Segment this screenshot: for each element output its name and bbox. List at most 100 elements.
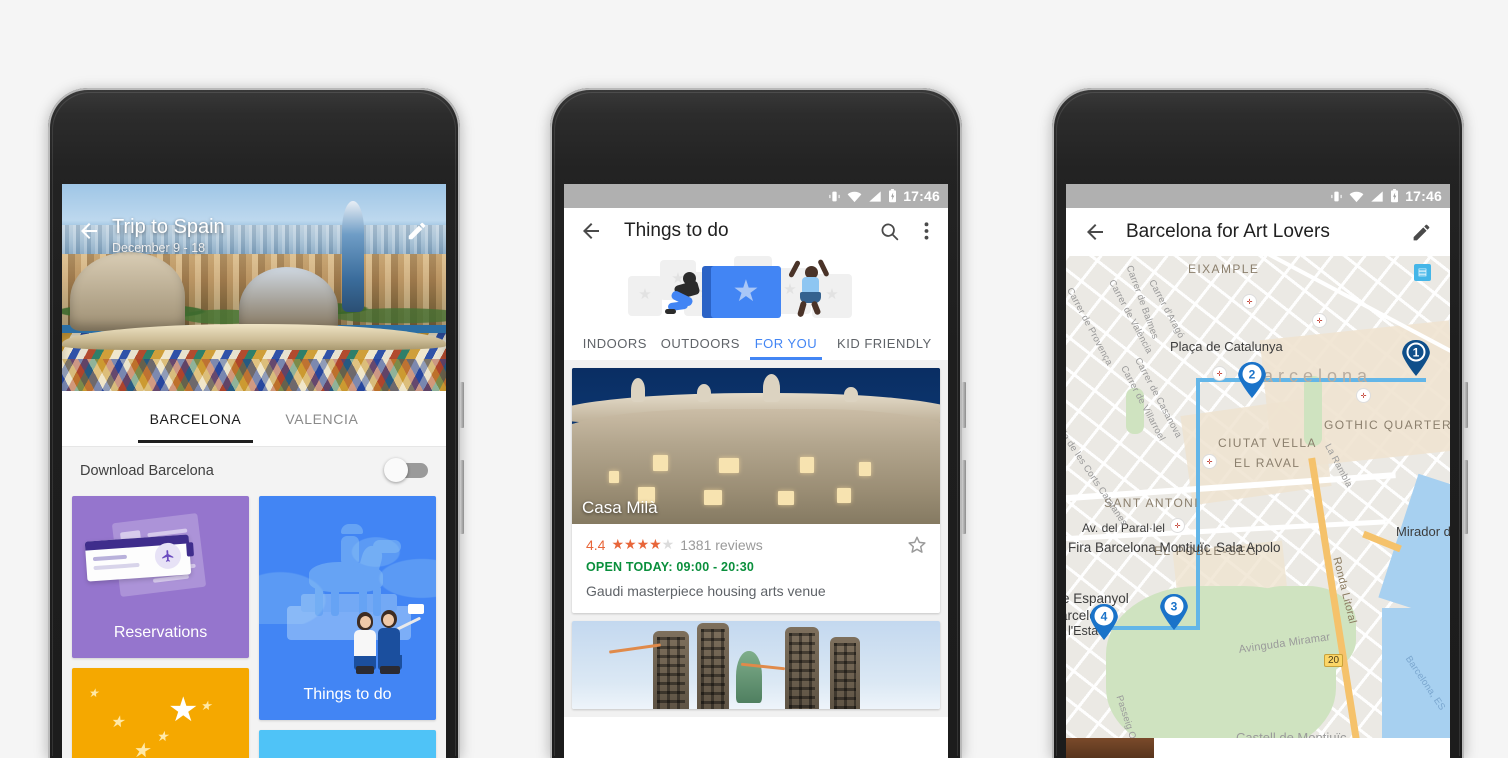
status-bar-phone-3: 17:46 [1066,184,1450,208]
person-jumping-illustration [788,258,835,320]
poi-dot-icon: ✛ [1202,454,1217,469]
trip-hero-toolbar: Trip to Spain December 9 - 18 [62,208,446,266]
tab-for-you[interactable]: FOR YOU [743,336,829,360]
phone-mockup-1: 17:46 Trip to Spain December 9 - 18 [48,88,464,758]
marker-number: 1 [1406,342,1426,362]
person-arm [817,258,830,278]
art-lovers-appbar: Barcelona for Art Lovers [1066,208,1450,256]
status-bar-phone-2: 17:46 [564,184,948,208]
signal-icon [869,190,881,202]
poi-dot-icon: ✛ [1312,313,1327,328]
volume-button[interactable] [1464,460,1468,534]
search-button[interactable] [872,214,906,248]
poi-details: 4.4 ★★★★★ 1381 reviews OPEN TODAY: 09:00… [572,524,940,613]
poi-description: Gaudi masterpiece housing arts venue [586,583,826,599]
card-things-to-do-label: Things to do [303,686,392,703]
bookmark-button[interactable] [906,534,928,562]
sf-green-spire [735,651,762,703]
person-arm [788,259,801,279]
card-reservations[interactable]: Reservations [72,496,249,658]
lit-window [652,455,668,472]
sf-tower [785,627,820,709]
place-label-fira-montjuic: Fira Barcelona Montjuïc [1068,540,1211,555]
rider-body [341,536,359,566]
battery-charging-icon [1391,189,1399,203]
edit-trip-button[interactable] [400,214,434,248]
place-label-mirador: Mirador d [1396,524,1450,539]
star-glyph: ★ [132,740,150,758]
poi-card-sagrada-familia[interactable] [572,621,940,709]
card-things-to-do[interactable]: Things to do [259,496,436,720]
boarding-pass-illustration [84,534,195,582]
lit-window [859,461,872,476]
district-label-ciutat-vella: CIUTAT VELLA [1218,436,1317,450]
map-marker-3[interactable]: 3 [1160,594,1188,630]
page-title: Things to do [624,220,729,241]
lit-window [836,488,851,504]
volume-button[interactable] [962,460,966,534]
marker-number: 4 [1094,606,1114,626]
map-marker-4[interactable]: 4 [1090,604,1118,640]
card-highlights[interactable]: ★ ★ ★ ★ ★ ★ ★ ★ ★ [72,668,249,758]
poi-card-casa-mila[interactable]: Casa Milà 4.4 ★★★★★ 1381 reviews OPEN TO… [572,368,940,613]
place-label-placa-catalunya: Plaça de Catalunya [1170,339,1283,354]
more-vert-icon [924,222,928,240]
boarding-pass-line [92,554,128,562]
power-button[interactable] [962,382,966,428]
person-shoe [665,309,676,314]
power-button[interactable] [460,382,464,428]
back-button[interactable] [72,214,106,248]
map-canvas[interactable]: EIXAMPLE Barcelona Plaça de Catalunya GO… [1066,256,1450,758]
poi-bottom-sheet[interactable] [1066,738,1450,758]
tab-kid-friendly[interactable]: KID FRIENDLY [829,336,940,360]
wifi-icon [1349,191,1364,202]
casa-mila-chimney [697,384,712,403]
poi-dot-icon: ✛ [1212,366,1227,381]
lit-window [704,489,723,505]
overflow-menu-button[interactable] [914,214,938,248]
volume-button[interactable] [460,460,464,534]
star-glyph: ★ [156,728,169,744]
district-label-gothic-quarter: GOTHIC QUARTER [1324,418,1450,432]
mosaic-bench-layer [62,323,446,391]
power-button[interactable] [1464,382,1468,428]
tab-valencia[interactable]: VALENCIA [281,411,362,427]
tab-barcelona[interactable]: BARCELONA [137,411,254,443]
horse-head [373,540,401,553]
search-icon [881,223,898,240]
pencil-icon [408,222,426,240]
tourist-2-face [383,614,394,626]
stars-illustration: ★ ★ ★ ★ ★ ★ ★ ★ ★ [72,668,249,758]
back-button[interactable] [1078,215,1112,249]
tab-indoors[interactable]: INDOORS [572,336,658,360]
sagrada-familia-photo [572,621,940,709]
battery-charging-icon [889,189,897,203]
map-marker-2[interactable]: 2 [1238,362,1266,398]
rating-row: 4.4 ★★★★★ 1381 reviews [586,536,926,553]
tab-outdoors[interactable]: OUTDOORS [658,336,744,360]
rating-value: 4.4 [586,536,606,553]
status-icons-group [828,189,897,203]
tab-valencia-label: VALENCIA [285,410,359,427]
airplane-badge [154,542,182,570]
download-toggle[interactable] [384,458,428,482]
status-bar-clock: 17:46 [1405,188,1442,204]
poi-dot-icon: ✛ [1356,388,1371,403]
sf-tower [697,623,730,709]
sf-tower [829,637,860,709]
card-column-right: Things to do [259,496,436,758]
screenshot-canvas: 17:46 Trip to Spain December 9 - 18 [0,0,1508,758]
ghost-card [628,276,662,316]
edit-list-button[interactable] [1404,215,1438,249]
card-extra[interactable] [259,730,436,758]
rider-hat [341,524,363,534]
marker-number: 3 [1164,596,1184,616]
download-row[interactable]: Download Barcelona [62,447,446,494]
boarding-pass-tab [186,542,195,557]
big-star-glyph: ★ [168,691,199,729]
casa-mila-chimney [630,378,645,403]
map-marker-1[interactable]: 1 [1402,340,1430,376]
city-tab-bar: BARCELONA VALENCIA [62,391,446,446]
train-station-icon: ▤ [1414,264,1431,281]
back-button[interactable] [574,214,608,248]
